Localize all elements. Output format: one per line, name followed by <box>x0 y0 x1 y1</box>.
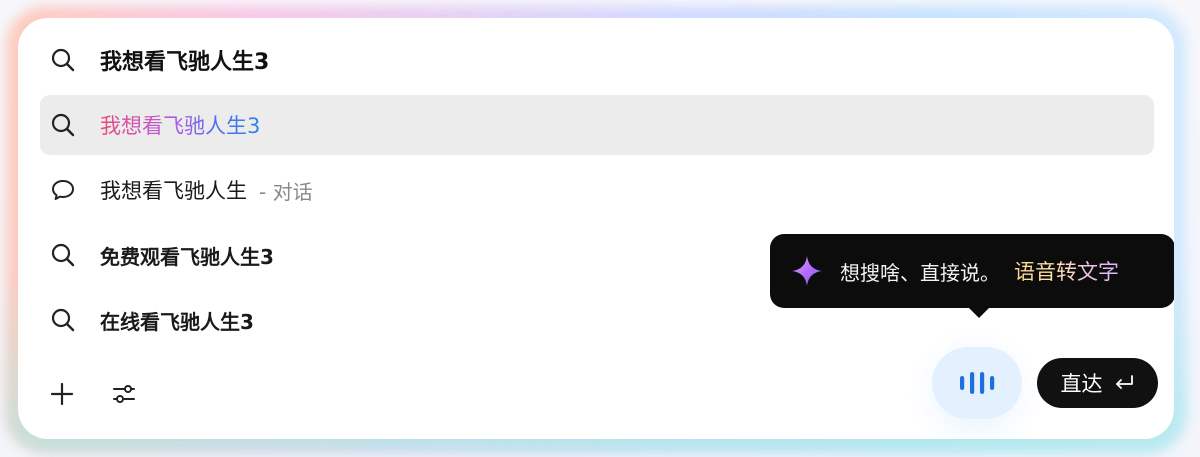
search-card: 我想看飞驰人生3 我想看飞驰人生3 我想看飞驰人生 - 对话 免费观看飞驰人生3… <box>18 18 1174 439</box>
go-button[interactable]: 直达 <box>1037 358 1158 408</box>
voice-wave-icon <box>960 372 995 394</box>
sliders-icon <box>113 385 135 403</box>
settings-button[interactable] <box>106 376 142 412</box>
tooltip-highlight: 语音转文字 <box>1014 256 1119 286</box>
suggestion-label: 我想看飞驰人生 <box>100 179 247 203</box>
tooltip-text: 想搜啥、直接说。 <box>840 260 1000 285</box>
go-button-label: 直达 <box>1060 372 1103 396</box>
search-input[interactable]: 我想看飞驰人生3 <box>100 44 269 76</box>
search-input-row[interactable]: 我想看飞驰人生3 <box>40 30 1154 90</box>
suggestion-item-selected[interactable]: 我想看飞驰人生3 <box>40 95 1154 155</box>
voice-tooltip: 想搜啥、直接说。 语音转文字 <box>770 234 1174 318</box>
search-icon <box>48 240 78 270</box>
search-icon <box>48 110 78 140</box>
suggestion-label: 我想看飞驰人生3 <box>100 110 260 140</box>
suggestion-label: 免费观看飞驰人生3 <box>100 244 274 269</box>
search-icon <box>48 305 78 335</box>
suggestion-suffix: - 对话 <box>259 179 313 204</box>
search-icon <box>48 45 78 75</box>
tooltip-arrow <box>968 307 990 318</box>
plus-icon <box>50 382 74 406</box>
voice-input-button[interactable] <box>932 347 1022 419</box>
sparkle-icon <box>792 256 822 286</box>
add-button[interactable] <box>44 376 80 412</box>
suggestion-label: 在线看飞驰人生3 <box>100 309 254 334</box>
suggestion-item-chat[interactable]: 我想看飞驰人生 - 对话 <box>40 160 1154 220</box>
search-widget: 我想看飞驰人生3 我想看飞驰人生3 我想看飞驰人生 - 对话 免费观看飞驰人生3… <box>0 0 1200 457</box>
bottom-toolbar <box>44 376 168 412</box>
enter-icon <box>1115 375 1133 389</box>
chat-bubble-icon <box>48 175 78 205</box>
